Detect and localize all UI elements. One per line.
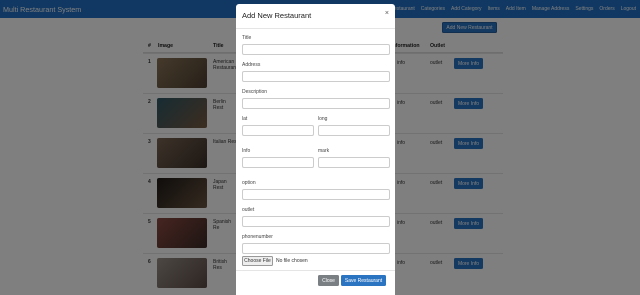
- phonenumber-input[interactable]: [242, 243, 390, 254]
- title-input[interactable]: [242, 44, 390, 55]
- modal-title: Add New Restaurant: [242, 11, 312, 20]
- info-label: Info: [242, 148, 251, 154]
- mark-input[interactable]: [318, 157, 390, 168]
- title-label: Title: [242, 35, 252, 41]
- outlet-input[interactable]: [242, 216, 390, 227]
- file-status: No file chosen: [276, 258, 308, 264]
- modal-footer-divider: [236, 270, 395, 271]
- phonenumber-label: phonenumber: [242, 234, 273, 240]
- save-restaurant-button[interactable]: Save Restaurant: [341, 275, 386, 286]
- info-input[interactable]: [242, 157, 314, 168]
- description-input[interactable]: [242, 98, 390, 109]
- lat-input[interactable]: [242, 125, 314, 136]
- address-label: Address: [242, 62, 261, 68]
- close-button[interactable]: Close: [318, 275, 339, 286]
- address-input[interactable]: [242, 71, 390, 82]
- option-input[interactable]: [242, 189, 390, 200]
- add-restaurant-modal: Add New Restaurant × Title Address Descr…: [236, 4, 395, 295]
- long-input[interactable]: [318, 125, 390, 136]
- outlet-label: outlet: [242, 207, 255, 213]
- description-label: Description: [242, 89, 268, 95]
- long-label: long: [318, 116, 328, 122]
- lat-label: lat: [242, 116, 248, 122]
- mark-label: mark: [318, 148, 330, 154]
- choose-file-button[interactable]: Choose File: [242, 256, 273, 266]
- close-icon[interactable]: ×: [385, 10, 389, 17]
- modal-header-divider: [236, 28, 395, 29]
- option-label: option: [242, 180, 256, 186]
